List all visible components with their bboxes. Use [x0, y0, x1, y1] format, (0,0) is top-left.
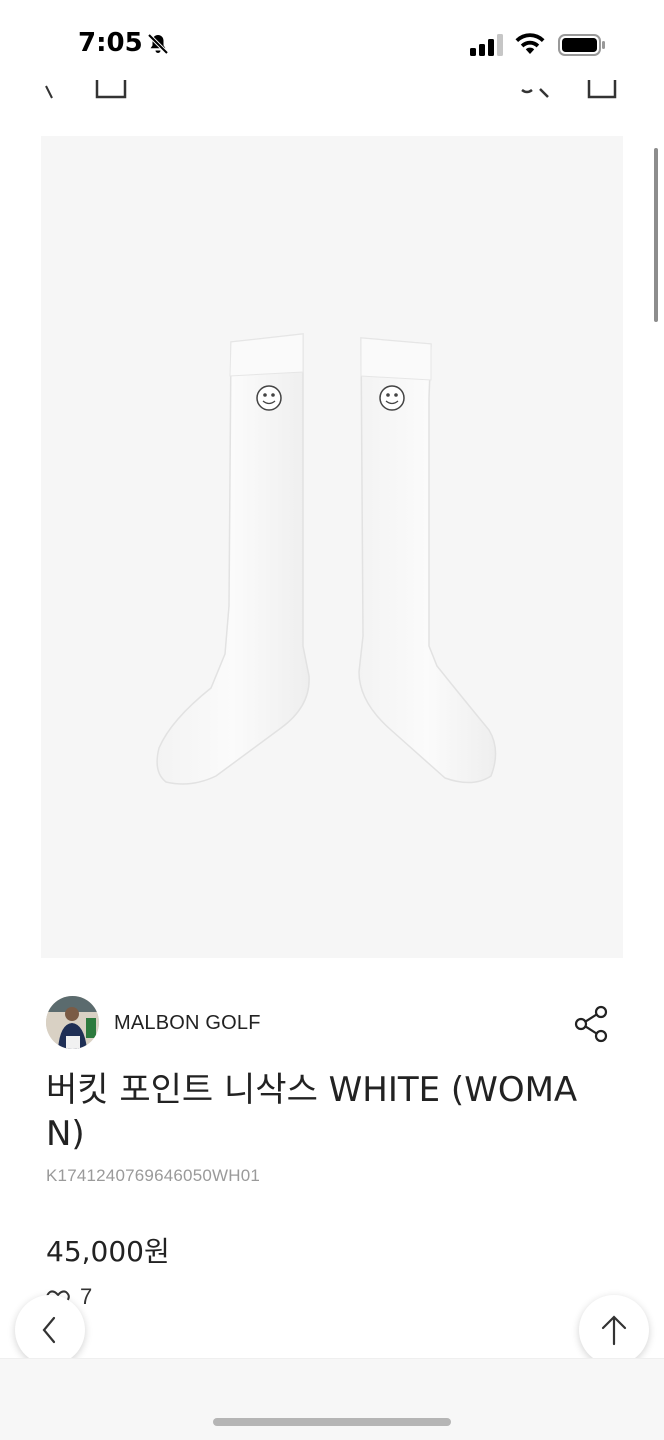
status-bar: 7:05	[0, 0, 664, 90]
brand-avatar[interactable]	[46, 996, 99, 1049]
product-price: 45,000원	[46, 1235, 170, 1268]
knee-socks-illustration	[156, 333, 497, 785]
home-indicator[interactable]	[213, 1418, 451, 1426]
share-button[interactable]	[572, 1004, 612, 1044]
bottom-bar	[0, 1358, 664, 1440]
scroll-to-top-button[interactable]	[579, 1295, 649, 1365]
product-title: 버킷 포인트 니삭스 WHITE (WOMAN)	[46, 1070, 578, 1154]
shopping-bag-icon[interactable]	[586, 80, 620, 104]
home-icon[interactable]	[94, 80, 128, 104]
arrow-up-icon	[601, 1315, 627, 1346]
bell-slash-icon	[147, 33, 169, 55]
product-image[interactable]	[41, 136, 623, 958]
like-count: 7	[80, 1284, 93, 1308]
chevron-left-icon	[42, 1316, 56, 1344]
scrollbar[interactable]	[654, 148, 658, 322]
back-floating-button[interactable]	[15, 1295, 85, 1365]
battery-icon	[558, 34, 605, 56]
cellular-signal-icon	[470, 34, 503, 56]
brand-row: MALBON GOLF	[46, 996, 618, 1052]
top-navigation	[0, 80, 664, 104]
product-detail-screen: 7:05 MALBON GOLF 버킷 포인트 니삭스 WHITE (WOMAN…	[0, 0, 664, 1440]
share-icon	[574, 1005, 608, 1043]
product-code: K1741240769646050WH01	[46, 1166, 261, 1185]
brand-avatar-image	[46, 996, 99, 1049]
back-icon[interactable]	[42, 80, 62, 104]
search-icon[interactable]	[520, 80, 554, 104]
status-time: 7:05	[78, 28, 143, 58]
brand-name[interactable]: MALBON GOLF	[114, 1012, 261, 1035]
wifi-icon	[515, 33, 545, 54]
